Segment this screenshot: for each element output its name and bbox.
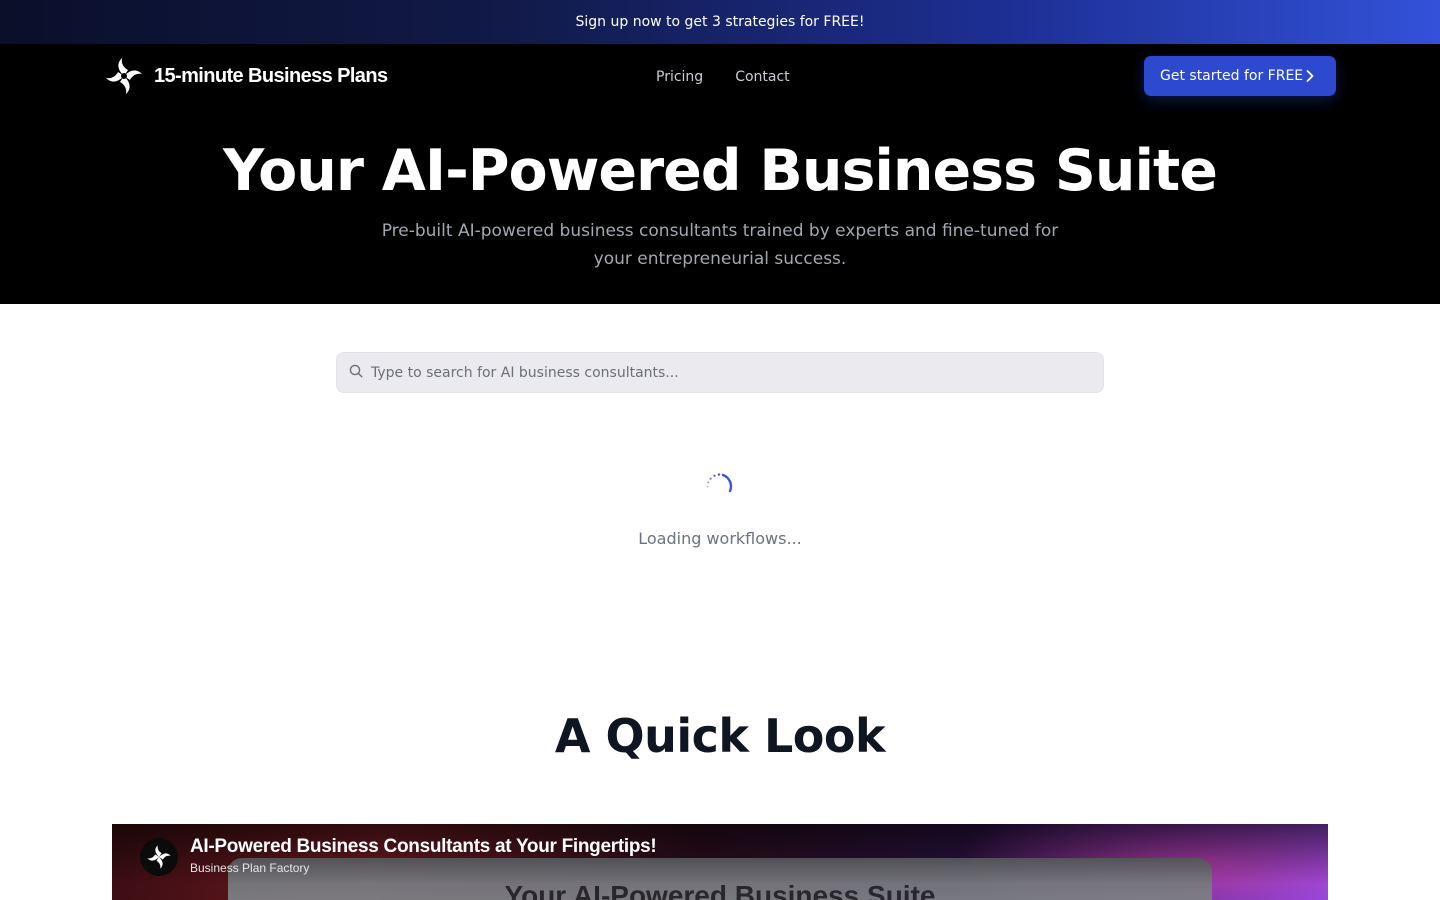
chevron-right-icon	[1306, 70, 1314, 82]
search-bar[interactable]	[336, 352, 1104, 393]
announcement-text[interactable]: Sign up now to get 3 strategies for FREE…	[576, 14, 865, 30]
pinwheel-logo-icon	[106, 58, 142, 94]
quick-look-title: A Quick Look	[554, 709, 886, 763]
spinner-icon	[704, 471, 736, 503]
channel-avatar[interactable]	[140, 838, 178, 876]
video-title[interactable]: AI-Powered Business Consultants at Your …	[190, 836, 657, 858]
announcement-bar[interactable]: Sign up now to get 3 strategies for FREE…	[0, 0, 1440, 44]
brand-name: 15-minute Business Plans	[154, 64, 388, 87]
loading-text: Loading workflows...	[638, 529, 802, 548]
nav-link-pricing[interactable]: Pricing	[656, 68, 703, 86]
nav-link-contact[interactable]: Contact	[735, 68, 789, 86]
get-started-label: Get started for FREE	[1160, 68, 1304, 84]
get-started-button[interactable]: Get started for FREE	[1144, 56, 1336, 96]
video-embed[interactable]: Your AI-Powered Business Suite AI-Powere…	[112, 824, 1328, 900]
search-icon	[349, 363, 363, 382]
brand-logo[interactable]: 15-minute Business Plans	[104, 56, 388, 96]
page-title: Your AI-Powered Business Suite	[223, 138, 1218, 204]
pinwheel-logo-icon	[147, 845, 171, 869]
hero-section: 15-minute Business Plans Pricing Contact…	[0, 44, 1440, 304]
hero-subtitle: Pre-built AI-powered business consultant…	[381, 221, 1059, 269]
main-nav: Pricing Contact	[656, 68, 790, 86]
video-channel-name[interactable]: Business Plan Factory	[190, 861, 309, 875]
search-input[interactable]	[371, 364, 1103, 381]
